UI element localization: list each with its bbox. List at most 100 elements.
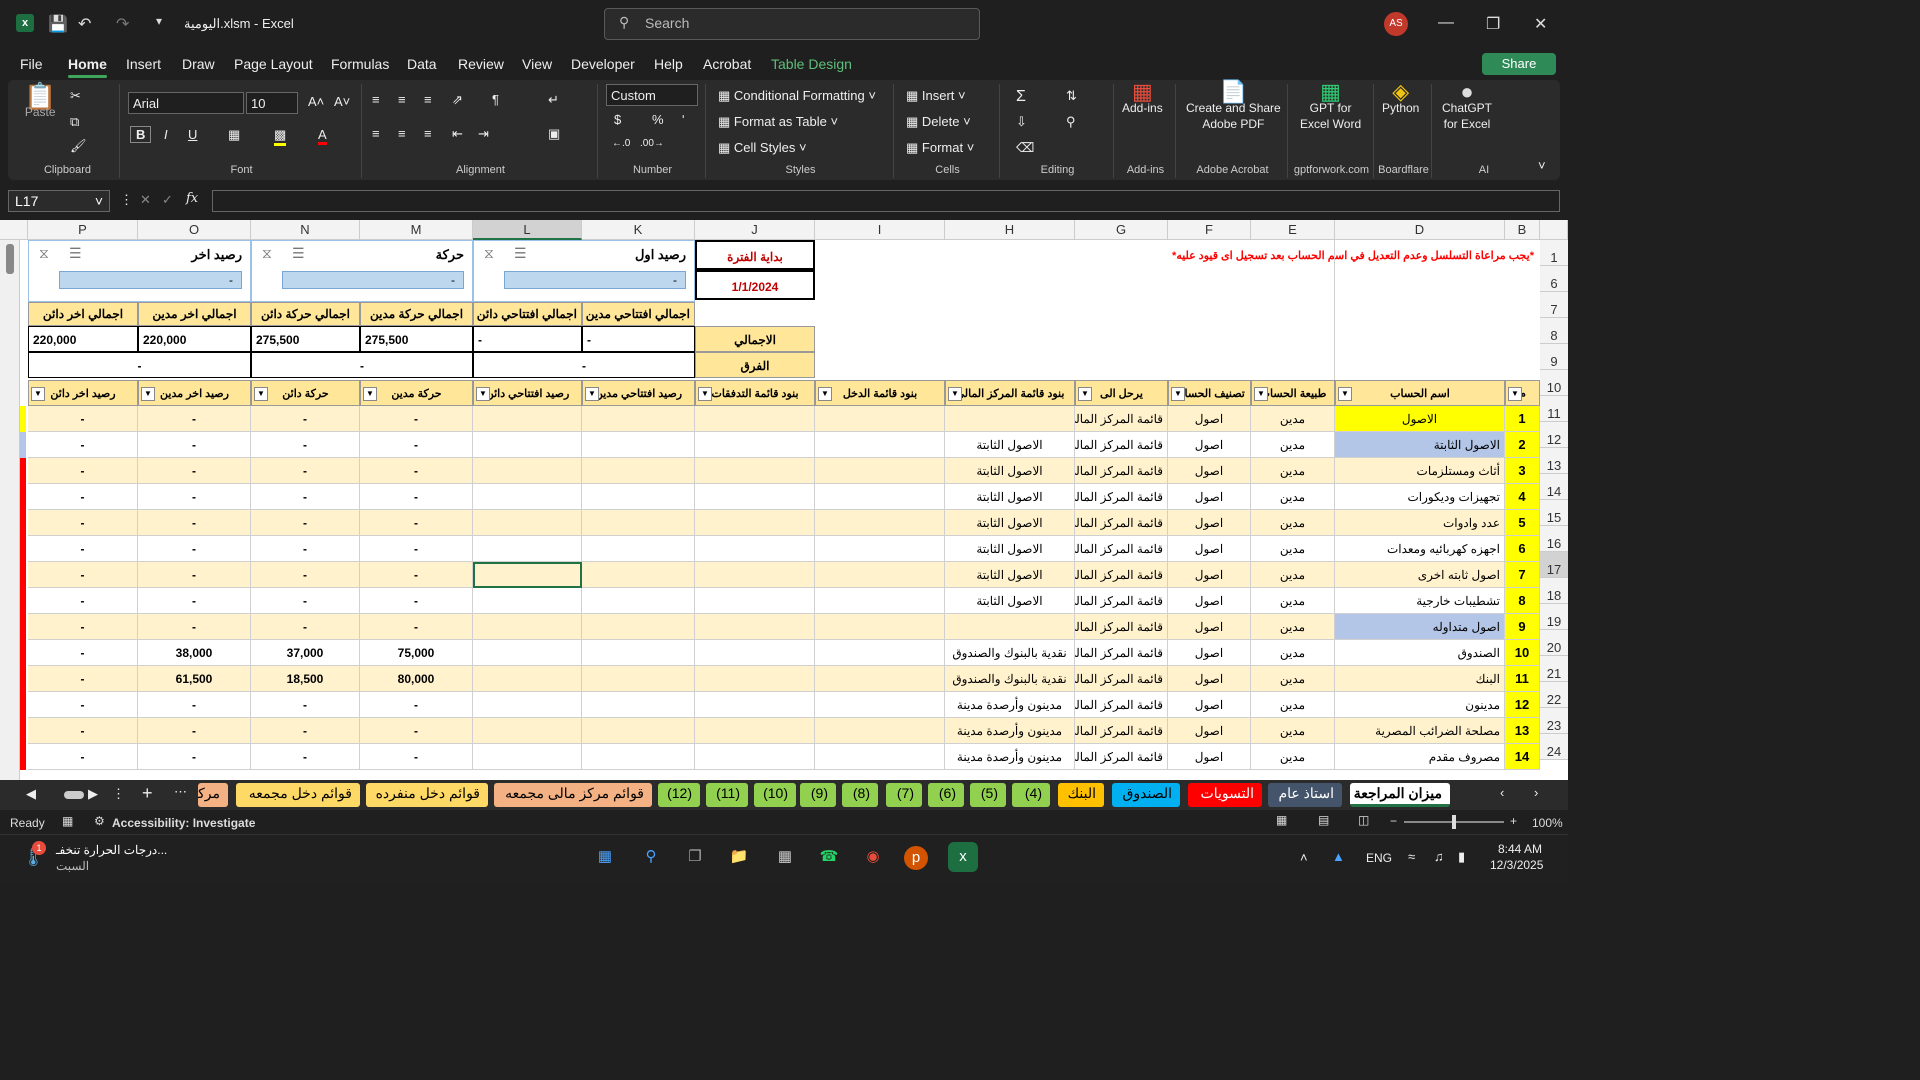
menu-table-design[interactable]: Table Design bbox=[771, 56, 852, 72]
menu-data[interactable]: Data bbox=[407, 56, 437, 72]
cell-o[interactable]: 61,500 bbox=[138, 666, 251, 692]
filter-dropdown-icon[interactable]: ▼ bbox=[818, 387, 832, 401]
cell-e[interactable]: مدين bbox=[1251, 458, 1335, 484]
filter-dropdown-icon[interactable]: ▼ bbox=[1254, 387, 1268, 401]
cell-o[interactable]: - bbox=[138, 718, 251, 744]
cell-o[interactable]: - bbox=[138, 744, 251, 770]
table-header[interactable]: حركة مدين ▼ bbox=[360, 380, 473, 406]
cell-o[interactable]: - bbox=[138, 562, 251, 588]
cell-index[interactable]: 7 bbox=[1505, 562, 1540, 588]
filter-dropdown-icon[interactable]: ▼ bbox=[1171, 387, 1185, 401]
cell-g[interactable]: قائمة المركز المالي bbox=[1075, 666, 1168, 692]
column-header-j[interactable]: J bbox=[695, 220, 815, 240]
cell-h[interactable]: الاصول الثابتة bbox=[945, 536, 1075, 562]
totals-value[interactable]: - bbox=[582, 326, 695, 352]
filter-dropdown-icon[interactable]: ▼ bbox=[141, 387, 155, 401]
cell-account-name[interactable]: اصول ثابته اخرى bbox=[1335, 562, 1505, 588]
cell-e[interactable]: مدين bbox=[1251, 614, 1335, 640]
cell-empty[interactable] bbox=[473, 536, 582, 562]
cell-index[interactable]: 1 bbox=[1505, 406, 1540, 432]
cell-o[interactable]: - bbox=[138, 510, 251, 536]
cell-empty[interactable] bbox=[473, 640, 582, 666]
macro-icon[interactable]: ▦ bbox=[62, 814, 73, 828]
cell-m[interactable]: - bbox=[360, 458, 473, 484]
cell-f[interactable]: اصول bbox=[1168, 406, 1251, 432]
cell-n[interactable]: - bbox=[251, 614, 360, 640]
cell-account-name[interactable]: اصول متداوله bbox=[1335, 614, 1505, 640]
table-header[interactable]: تصنيف الحساب ▼ bbox=[1168, 380, 1251, 406]
column-header-m[interactable]: M bbox=[360, 220, 473, 240]
cell-p[interactable]: - bbox=[28, 406, 138, 432]
cell-empty[interactable] bbox=[815, 510, 945, 536]
sheet-tab[interactable]: (12) bbox=[658, 783, 700, 807]
cell-m[interactable]: - bbox=[360, 718, 473, 744]
cell-empty[interactable] bbox=[582, 562, 695, 588]
cell-f[interactable]: اصول bbox=[1168, 510, 1251, 536]
increase-decimal-icon[interactable]: ←.0 bbox=[612, 138, 630, 149]
vertical-scroll-strip[interactable] bbox=[0, 240, 20, 780]
horizontal-scrollbar-thumb[interactable] bbox=[64, 791, 84, 799]
zoom-in-icon[interactable]: + bbox=[1510, 814, 1517, 828]
comma-style-icon[interactable]: ʹ bbox=[682, 112, 684, 127]
redo-icon[interactable]: ↷ bbox=[116, 14, 129, 34]
sheet-tab[interactable]: (5) bbox=[970, 783, 1006, 807]
copy-icon[interactable]: ⧉ bbox=[70, 114, 79, 130]
customize-toolbar-icon[interactable]: ▾ bbox=[156, 14, 162, 28]
cell-h[interactable]: مدينون وأرصدة مدينة bbox=[945, 718, 1075, 744]
cell-f[interactable]: اصول bbox=[1168, 484, 1251, 510]
slicer-0[interactable]: رصيد اخر ⧖ ☰ - bbox=[28, 240, 251, 302]
delete-cells-button[interactable]: ▦ Delete ˅ bbox=[906, 114, 971, 130]
cell-g[interactable]: قائمة المركز المالي bbox=[1075, 744, 1168, 770]
bold-button[interactable]: B bbox=[130, 126, 152, 143]
cell-m[interactable]: - bbox=[360, 432, 473, 458]
chatgpt-excel-button[interactable]: ● ChatGPT for Excel bbox=[1442, 81, 1492, 132]
menu-formulas[interactable]: Formulas bbox=[331, 56, 389, 72]
cell-empty[interactable] bbox=[695, 562, 815, 588]
align-right-icon[interactable]: ≡ bbox=[424, 126, 432, 141]
cell-empty[interactable] bbox=[473, 692, 582, 718]
totals-value[interactable]: 220,000 bbox=[28, 326, 138, 352]
cut-icon[interactable]: ✂ bbox=[70, 88, 81, 104]
cell-index[interactable]: 14 bbox=[1505, 744, 1540, 770]
cell-p[interactable]: - bbox=[28, 588, 138, 614]
ribbon-expand-icon[interactable]: ˅ bbox=[1538, 158, 1546, 173]
cell-h[interactable]: مدينون وأرصدة مدينة bbox=[945, 744, 1075, 770]
cell-e[interactable]: مدين bbox=[1251, 692, 1335, 718]
cell-n[interactable]: - bbox=[251, 744, 360, 770]
multi-select-icon[interactable]: ☰ bbox=[69, 245, 82, 262]
filter-dropdown-icon[interactable]: ▼ bbox=[476, 387, 490, 401]
cell-m[interactable]: 80,000 bbox=[360, 666, 473, 692]
cell-n[interactable]: - bbox=[251, 458, 360, 484]
cell-n[interactable]: - bbox=[251, 432, 360, 458]
row-header-8[interactable]: 8 bbox=[1540, 318, 1568, 344]
sheet-tab[interactable]: التسويات bbox=[1188, 783, 1262, 807]
chrome-icon[interactable]: ◉ bbox=[858, 842, 888, 872]
cell-empty[interactable] bbox=[695, 744, 815, 770]
autosum-icon[interactable]: Σ bbox=[1016, 88, 1026, 106]
accessibility-status[interactable]: Accessibility: Investigate bbox=[112, 816, 255, 830]
diff-value[interactable]: - bbox=[473, 352, 695, 378]
clock-time[interactable]: 8:44 AM bbox=[1498, 842, 1542, 856]
tabs-more-icon[interactable]: ⋮ bbox=[112, 786, 125, 802]
clock-date[interactable]: 12/3/2025 bbox=[1490, 858, 1543, 872]
increase-indent-icon[interactable]: ⇥ bbox=[478, 126, 489, 142]
cell-empty[interactable] bbox=[815, 744, 945, 770]
row-header-17[interactable]: 17 bbox=[1540, 552, 1568, 578]
cell-p[interactable]: - bbox=[28, 432, 138, 458]
decrease-decimal-icon[interactable]: .00→ bbox=[640, 138, 664, 149]
cell-h[interactable]: الاصول الثابتة bbox=[945, 458, 1075, 484]
table-header[interactable]: بنود قائمة المركز المالي ▼ bbox=[945, 380, 1075, 406]
page-layout-view-icon[interactable]: ▤ bbox=[1318, 813, 1329, 827]
cell-account-name[interactable]: اجهزه كهربائيه ومعدات bbox=[1335, 536, 1505, 562]
cell-n[interactable]: - bbox=[251, 588, 360, 614]
cell-n[interactable]: - bbox=[251, 692, 360, 718]
row-header-18[interactable]: 18 bbox=[1540, 578, 1568, 604]
row-header-19[interactable]: 19 bbox=[1540, 604, 1568, 630]
cell-f[interactable]: اصول bbox=[1168, 562, 1251, 588]
name-box[interactable]: L17 ˅ bbox=[8, 190, 110, 212]
menu-draw[interactable]: Draw bbox=[182, 56, 215, 72]
row-header-21[interactable]: 21 bbox=[1540, 656, 1568, 682]
menu-acrobat[interactable]: Acrobat bbox=[703, 56, 751, 72]
cell-empty[interactable] bbox=[695, 640, 815, 666]
slicer-1[interactable]: حركة ⧖ ☰ - bbox=[251, 240, 473, 302]
